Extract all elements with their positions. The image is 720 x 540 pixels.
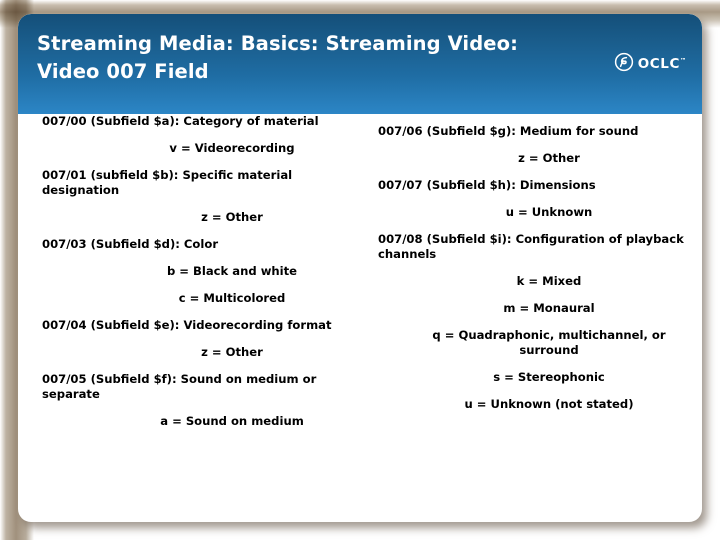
field-heading: 007/06 (Subfield $g): Medium for sound [378,124,639,138]
field-value: v = Videorecording [169,141,295,155]
right-column: 007/06 (Subfield $g): Medium for sound z … [378,114,690,412]
field-value: u = Unknown (not stated) [464,397,634,411]
field-value: z = Other [518,151,580,165]
oclc-wordmark-text: OCLC [637,56,680,72]
slide-header: Streaming Media: Basics: Streaming Video… [18,14,702,114]
field-value: z = Other [201,210,263,224]
field-value: k = Mixed [516,274,582,288]
oclc-logo: OCLC™ [614,52,686,76]
page-title: Streaming Media: Basics: Streaming Video… [37,32,518,83]
field-value: q = Quadraphonic, multichannel, or surro… [432,328,666,357]
field-heading: 007/05 (Subfield $f): Sound on medium or… [42,372,317,401]
left-column: 007/00 (Subfield $a): Category of materi… [42,114,372,429]
field-value: s = Stereophonic [493,370,605,384]
trademark-symbol: ™ [680,57,686,65]
field-heading: 007/08 (Subfield $i): Configuration of p… [378,232,684,261]
slide-backdrop: Streaming Media: Basics: Streaming Video… [0,0,720,540]
field-value: c = Multicolored [178,291,286,305]
oclc-circle-icon [614,52,634,76]
field-heading: 007/07 (Subfield $h): Dimensions [378,178,596,192]
slide-card: Streaming Media: Basics: Streaming Video… [18,14,702,522]
field-heading: 007/04 (Subfield $e): Videorecording for… [42,318,332,332]
field-heading: 007/00 (Subfield $a): Category of materi… [42,114,319,128]
field-value: m = Monaural [503,301,595,315]
oclc-wordmark: OCLC™ [638,56,686,72]
field-value: u = Unknown [505,205,593,219]
slide-content: 007/00 (Subfield $a): Category of materi… [18,114,702,522]
field-value: a = Sound on medium [160,414,304,428]
field-value: z = Other [201,345,263,359]
field-heading: 007/01 (subfield $b): Specific material … [42,168,293,197]
field-heading: 007/03 (Subfield $d): Color [42,237,219,251]
field-value: b = Black and white [166,264,298,278]
